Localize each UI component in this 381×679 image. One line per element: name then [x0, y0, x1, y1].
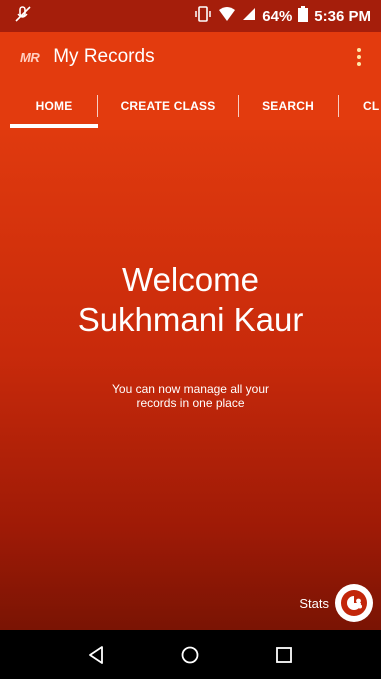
status-bar: 64% 5:36 PM — [0, 0, 381, 32]
tab-more[interactable]: CL — [339, 82, 381, 130]
home-icon[interactable] — [170, 635, 210, 675]
welcome-subtitle: You can now manage all your records in o… — [112, 382, 269, 410]
app-logo: MR — [20, 49, 40, 65]
time-text: 5:36 PM — [314, 7, 371, 25]
signal-icon — [242, 7, 256, 25]
tab-search[interactable]: SEARCH — [239, 82, 337, 130]
tab-create-class-label: CREATE CLASS — [120, 99, 216, 113]
stats-icon[interactable] — [335, 584, 373, 622]
tab-indicator — [10, 124, 98, 128]
tab-more-label: CL — [363, 99, 380, 113]
app-title: My Records — [53, 46, 155, 67]
tab-bar: HOME CREATE CLASS SEARCH CL — [0, 82, 381, 130]
welcome-heading: Welcome Sukhmani Kaur — [0, 260, 381, 340]
stats-button[interactable]: Stats — [299, 584, 373, 622]
tab-home-label: HOME — [35, 99, 73, 113]
user-name: Sukhmani Kaur — [77, 301, 304, 338]
battery-text: 64% — [262, 7, 293, 25]
back-icon[interactable] — [77, 635, 117, 675]
tab-home[interactable]: HOME — [10, 82, 98, 130]
app-bar: MR My Records — [0, 32, 381, 82]
recents-icon[interactable] — [264, 635, 304, 675]
vibrate-icon — [194, 6, 212, 26]
overflow-menu-icon[interactable] — [351, 42, 367, 72]
battery-icon — [298, 6, 309, 26]
tab-create-class[interactable]: CREATE CLASS — [98, 82, 238, 130]
tab-search-label: SEARCH — [262, 99, 314, 113]
mic-off-icon — [14, 5, 32, 28]
system-nav-bar — [0, 630, 381, 679]
stats-label: Stats — [299, 595, 329, 611]
wifi-icon — [218, 6, 236, 26]
welcome-line: Welcome — [122, 261, 259, 298]
home-content: Welcome Sukhmani Kaur You can now manage… — [0, 130, 381, 630]
